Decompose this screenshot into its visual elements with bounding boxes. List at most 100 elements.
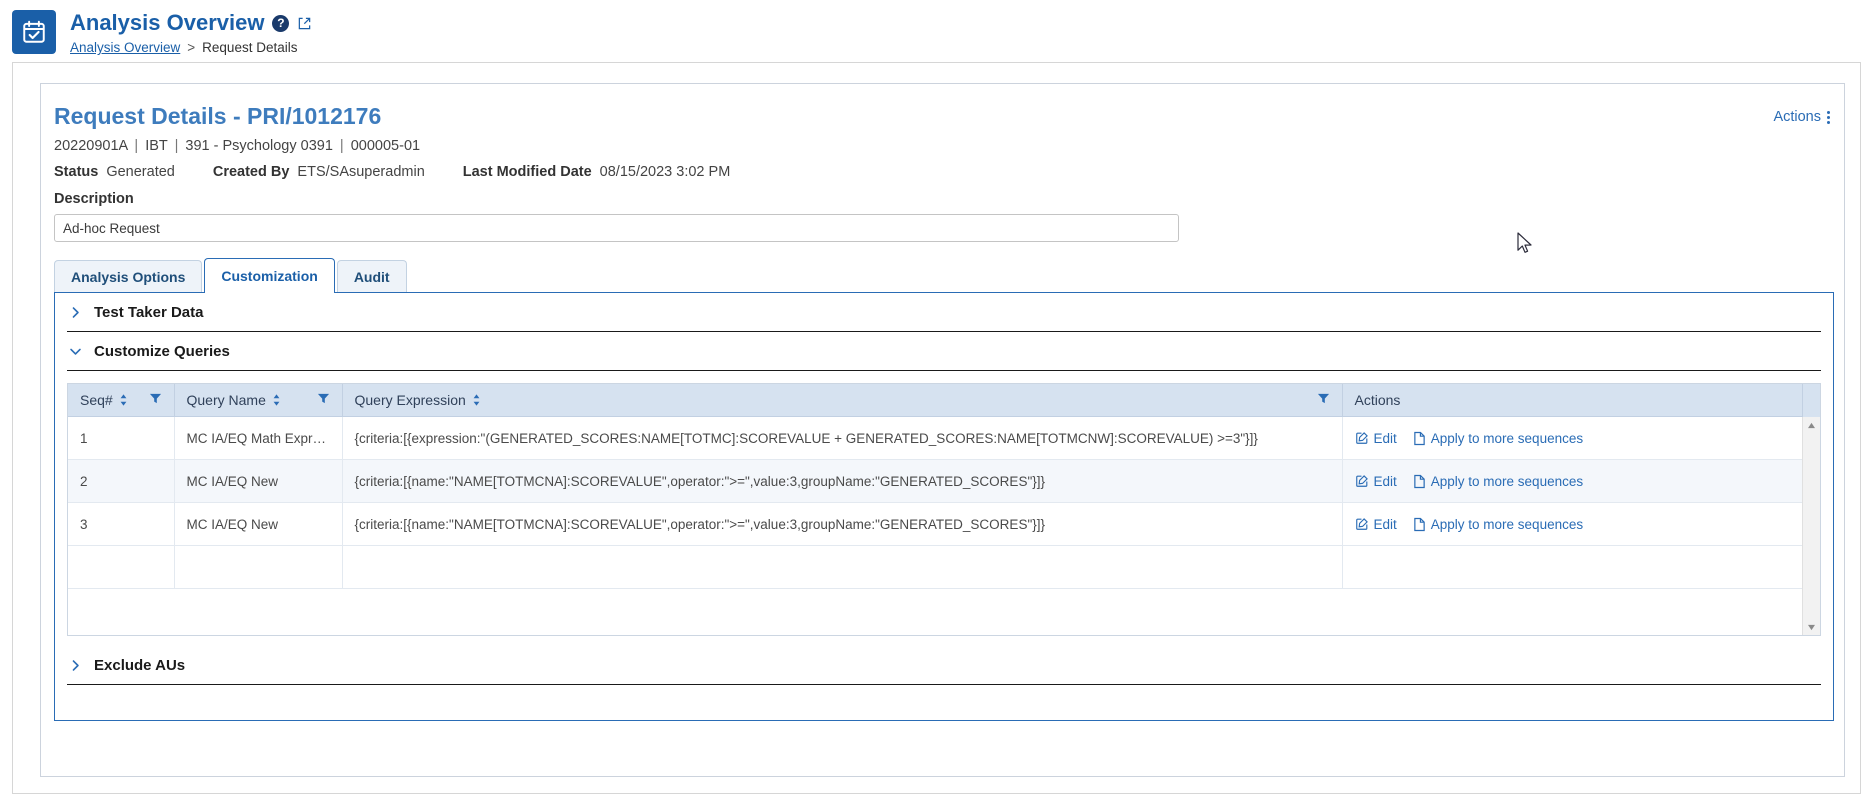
column-header-actions: Actions (1342, 384, 1803, 417)
meta-separator-3: | (339, 138, 344, 154)
column-header-query-name[interactable]: Query Name (174, 384, 343, 417)
column-header-seq[interactable]: Seq# (68, 384, 175, 417)
last-modified-label: Last Modified Date (462, 164, 592, 180)
meta-subject: 391 - Psychology 0391 (185, 138, 333, 154)
filter-icon-query-name[interactable] (317, 392, 330, 408)
accordion-label-test-taker-data: Test Taker Data (94, 303, 204, 321)
queries-grid: Seq# Query Name Query Expression Actions… (68, 384, 1803, 589)
meta-sequence: 000005-01 (350, 138, 421, 154)
apply-link-label: Apply to more sequences (1430, 430, 1584, 446)
edit-link[interactable]: Edit (1355, 474, 1397, 489)
apply-link-label: Apply to more sequences (1430, 473, 1584, 489)
cell-query-expression: {criteria:[{name:"NAME[TOTMCNA]:SCOREVAL… (342, 459, 1343, 503)
cell-actions: Edit Apply to more sequences (1342, 459, 1803, 503)
apply-to-more-sequences-link[interactable]: Apply to more sequences (1413, 474, 1583, 489)
cell-query-expression: {criteria:[{name:"NAME[TOTMCNA]:SCOREVAL… (342, 502, 1343, 546)
cell-seq: 3 (68, 502, 175, 546)
filler-cell-seq (68, 545, 175, 589)
column-label-actions: Actions (1354, 392, 1401, 408)
help-icon[interactable]: ? (272, 14, 290, 32)
tab-customization[interactable]: Customization (204, 258, 335, 293)
created-by-value: ETS/SAsuperadmin (297, 164, 425, 180)
sort-icon-query-name[interactable] (272, 394, 281, 406)
actions-menu-button[interactable]: Actions (1773, 109, 1830, 125)
status-value: Generated (106, 164, 175, 180)
breadcrumb-link-analysis-overview[interactable]: Analysis Overview (70, 40, 180, 55)
divider-exclude-aus (67, 684, 1821, 685)
actions-menu-label: Actions (1773, 109, 1821, 125)
meta-separator-1: | (134, 138, 139, 154)
apply-link-label: Apply to more sequences (1430, 516, 1584, 532)
chevron-right-icon (69, 659, 82, 672)
meta-mode: IBT (145, 138, 168, 154)
table-empty-filler (68, 545, 1803, 589)
meta-separator-2: | (174, 138, 179, 154)
apply-to-more-sequences-link[interactable]: Apply to more sequences (1413, 517, 1583, 532)
filler-cell-query-name (174, 545, 343, 589)
breadcrumb-separator: > (187, 40, 196, 55)
column-label-query-expression: Query Expression (354, 392, 466, 408)
accordion-customize-queries[interactable]: Customize Queries (65, 332, 1823, 370)
last-modified-value: 08/15/2023 3:02 PM (599, 164, 731, 180)
meta-form: 20220901A (54, 138, 128, 154)
cell-query-name: MC IA/EQ New (174, 459, 343, 503)
customize-queries-table: Seq# Query Name Query Expression Actions… (67, 383, 1821, 636)
table-row[interactable]: 2 MC IA/EQ New {criteria:[{name:"NAME[TO… (68, 459, 1803, 503)
description-input[interactable] (54, 214, 1179, 242)
created-by-label: Created By (212, 164, 290, 180)
cell-actions: Edit Apply to more sequences (1342, 416, 1803, 460)
filter-icon-query-expression[interactable] (1317, 392, 1330, 408)
page-title: Analysis Overview (70, 10, 265, 35)
column-label-seq: Seq# (80, 392, 113, 408)
edit-link-label: Edit (1373, 430, 1397, 446)
cell-query-name: MC IA/EQ Math Expression (174, 416, 343, 460)
accordion-label-customize-queries: Customize Queries (94, 342, 230, 360)
screen-root: Analysis Overview ? Analysis Overview > … (0, 0, 1873, 803)
column-header-query-expression[interactable]: Query Expression (342, 384, 1343, 417)
request-meta-line: 20220901A | IBT | 391 - Psychology 0391 … (41, 130, 1844, 154)
tab-bar: Analysis Options Customization Audit (54, 258, 1844, 293)
status-label: Status (54, 164, 99, 180)
accordion-label-exclude-aus: Exclude AUs (94, 656, 186, 674)
table-vertical-scrollbar[interactable] (1802, 417, 1820, 635)
filter-icon-seq[interactable] (149, 392, 162, 408)
column-label-query-name: Query Name (186, 392, 266, 408)
cell-query-expression: {criteria:[{expression:"(GENERATED_SCORE… (342, 416, 1343, 460)
apply-to-more-sequences-link[interactable]: Apply to more sequences (1413, 431, 1583, 446)
card-title: Request Details - PRI/1012176 (54, 103, 382, 129)
cell-seq: 1 (68, 416, 175, 460)
edit-link[interactable]: Edit (1355, 517, 1397, 532)
content-frame: Request Details - PRI/1012176 Actions 20… (12, 62, 1861, 794)
breadcrumb: Analysis Overview > Request Details (70, 40, 312, 55)
status-line: Status Generated Created By ETS/SAsupera… (41, 154, 1844, 180)
table-header-gutter (1802, 384, 1820, 418)
filler-cell-actions (1342, 545, 1803, 589)
tab-audit[interactable]: Audit (336, 260, 407, 292)
divider-customize-queries (67, 370, 1821, 371)
external-link-icon[interactable] (297, 16, 312, 31)
edit-link-label: Edit (1373, 516, 1397, 532)
edit-link-label: Edit (1373, 473, 1397, 489)
description-label: Description (54, 191, 134, 207)
accordion-exclude-aus[interactable]: Exclude AUs (65, 646, 1823, 684)
scroll-up-arrow-icon[interactable] (1803, 417, 1820, 433)
scrollbar-thumb[interactable] (1804, 434, 1819, 584)
sort-icon-query-expression[interactable] (472, 394, 481, 406)
filler-cell-query-expression (342, 545, 1343, 589)
sort-icon-seq[interactable] (119, 394, 128, 406)
chevron-down-icon (69, 345, 82, 358)
vertical-dots-icon (1827, 110, 1830, 124)
tab-analysis-options[interactable]: Analysis Options (54, 260, 203, 292)
table-row[interactable]: 3 MC IA/EQ New {criteria:[{name:"NAME[TO… (68, 502, 1803, 546)
accordion-test-taker-data[interactable]: Test Taker Data (65, 293, 1823, 331)
breadcrumb-current: Request Details (202, 40, 298, 55)
request-details-card: Request Details - PRI/1012176 Actions 20… (40, 83, 1845, 777)
scroll-down-arrow-icon[interactable] (1803, 619, 1820, 635)
cell-seq: 2 (68, 459, 175, 503)
edit-link[interactable]: Edit (1355, 431, 1397, 446)
page-header: Analysis Overview ? Analysis Overview > … (0, 0, 1873, 58)
table-row[interactable]: 1 MC IA/EQ Math Expression {criteria:[{e… (68, 416, 1803, 460)
cell-query-name: MC IA/EQ New (174, 502, 343, 546)
cell-actions: Edit Apply to more sequences (1342, 502, 1803, 546)
calendar-check-icon (12, 10, 56, 54)
